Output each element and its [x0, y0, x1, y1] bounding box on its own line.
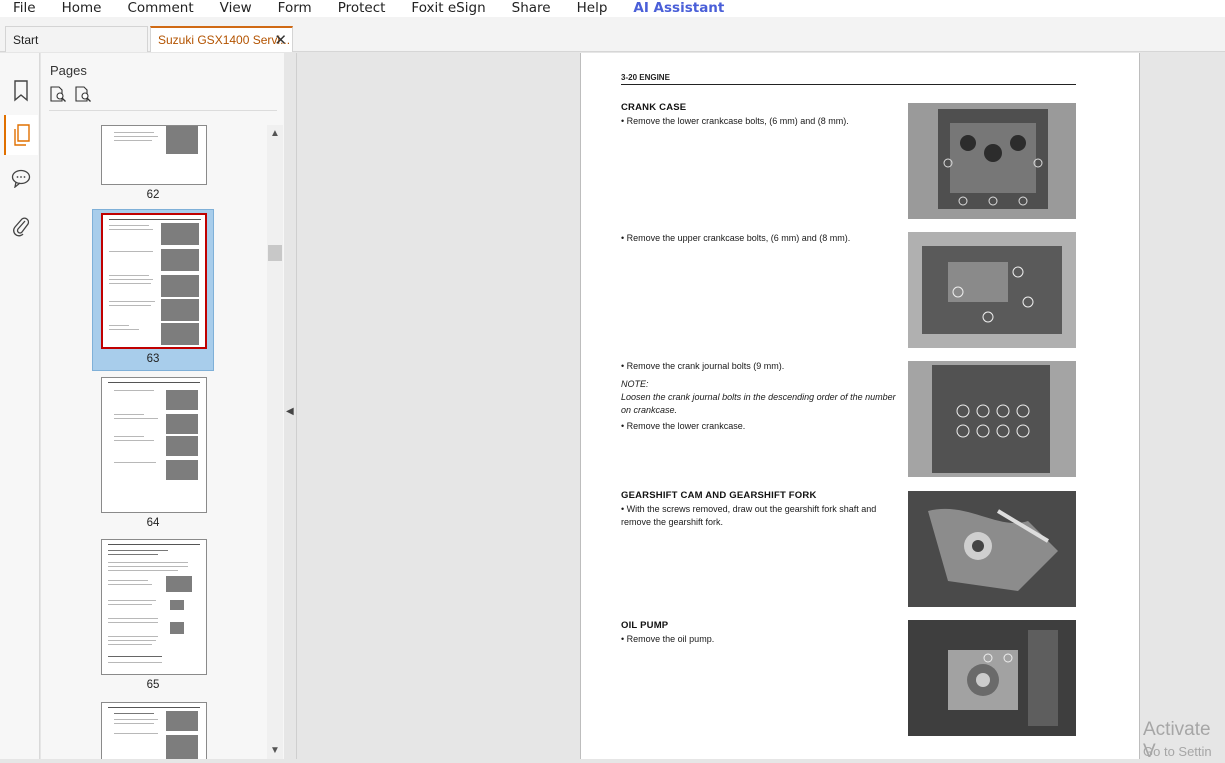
document-page: 3-20 ENGINE CRANK CASE • Remove the lowe…	[580, 53, 1140, 759]
menu-form[interactable]: Form	[265, 0, 325, 17]
thumbnail-page-64[interactable]	[101, 377, 207, 513]
tab-start-label: Start	[13, 32, 39, 47]
thumbnail-label-65: 65	[146, 679, 160, 691]
thumbnail-page-62[interactable]	[101, 125, 207, 185]
panel-toolbar	[50, 86, 92, 107]
thumbnail-label-63: 63	[146, 353, 160, 365]
note-text: Loosen the crank journal bolts in the de…	[621, 392, 896, 415]
photo-gearshift	[908, 491, 1076, 607]
tab-start[interactable]: Start	[5, 26, 148, 52]
menu-view[interactable]: View	[207, 0, 265, 17]
thumbnail-label-62: 62	[146, 189, 160, 201]
instruction-upper-bolts: • Remove the upper crankcase bolts, (6 m…	[621, 233, 851, 243]
menu-file[interactable]: File	[0, 0, 49, 17]
section-gearshift: GEARSHIFT CAM AND GEARSHIFT FORK	[621, 490, 817, 501]
scrollbar-thumb[interactable]	[268, 245, 282, 261]
thumbnail-page-65[interactable]	[101, 539, 207, 675]
thumbnail-page-63[interactable]	[101, 213, 207, 349]
panel-divider	[49, 110, 277, 111]
pages-icon[interactable]	[4, 115, 38, 155]
pages-panel: Pages 62 63 64 65	[41, 53, 284, 759]
tab-document[interactable]: Suzuki GSX1400 Servi... ✕	[150, 26, 293, 52]
menu-protect[interactable]: Protect	[325, 0, 399, 17]
menu-help[interactable]: Help	[564, 0, 621, 17]
thumbnail-label-64: 64	[146, 517, 160, 529]
photo-oil-pump	[908, 620, 1076, 736]
bookmark-icon[interactable]	[4, 71, 38, 111]
section-oil-pump: OIL PUMP	[621, 620, 669, 631]
photo-crank-journal	[908, 361, 1076, 477]
instruction-journal-bolts: • Remove the crank journal bolts (9 mm).	[621, 361, 785, 371]
tab-document-label: Suzuki GSX1400 Servi...	[158, 33, 291, 47]
menu-foxit-esign[interactable]: Foxit eSign	[398, 0, 498, 17]
navigation-rail	[0, 53, 40, 759]
menu-ai-assistant[interactable]: AI Assistant	[620, 0, 737, 17]
menu-comment[interactable]: Comment	[114, 0, 206, 17]
photo-lower-crankcase	[908, 103, 1076, 219]
activation-watermark-sub: Go to Settin	[1143, 744, 1212, 759]
thumbnail-scrollbar[interactable]: ▲ ▼	[267, 125, 283, 759]
menu-share[interactable]: Share	[499, 0, 564, 17]
comments-icon[interactable]	[4, 158, 38, 198]
instruction-gearshift-fork: • With the screws removed, draw out the …	[621, 504, 877, 527]
page-zoom-in-icon[interactable]	[50, 86, 67, 107]
collapse-panel-icon[interactable]: ◀	[286, 406, 294, 417]
page-zoom-out-icon[interactable]	[75, 86, 92, 107]
instruction-lower-crankcase: • Remove the lower crankcase.	[621, 421, 746, 431]
section-crank-case: CRANK CASE	[621, 102, 687, 113]
thumbnail-list: 62 63 64 65	[41, 125, 267, 759]
page-header: 3-20 ENGINE	[621, 73, 1076, 85]
note-label: NOTE:	[621, 379, 649, 389]
photo-upper-crankcase	[908, 232, 1076, 348]
pages-panel-title: Pages	[50, 63, 87, 78]
menu-home[interactable]: Home	[49, 0, 115, 17]
document-viewport: 3-20 ENGINE CRANK CASE • Remove the lowe…	[296, 53, 1225, 759]
instruction-lower-bolts: • Remove the lower crankcase bolts, (6 m…	[621, 116, 849, 126]
attachment-icon[interactable]	[4, 206, 38, 246]
close-icon[interactable]: ✕	[274, 31, 287, 49]
thumbnail-page-66[interactable]	[101, 702, 207, 759]
scroll-down-icon[interactable]: ▼	[270, 745, 280, 756]
tab-bar: Start Suzuki GSX1400 Servi... ✕	[0, 17, 1225, 52]
instruction-oil-pump: • Remove the oil pump.	[621, 634, 715, 644]
menu-bar: File Home Comment View Form Protect Foxi…	[0, 0, 1225, 17]
scroll-up-icon[interactable]: ▲	[270, 128, 280, 139]
